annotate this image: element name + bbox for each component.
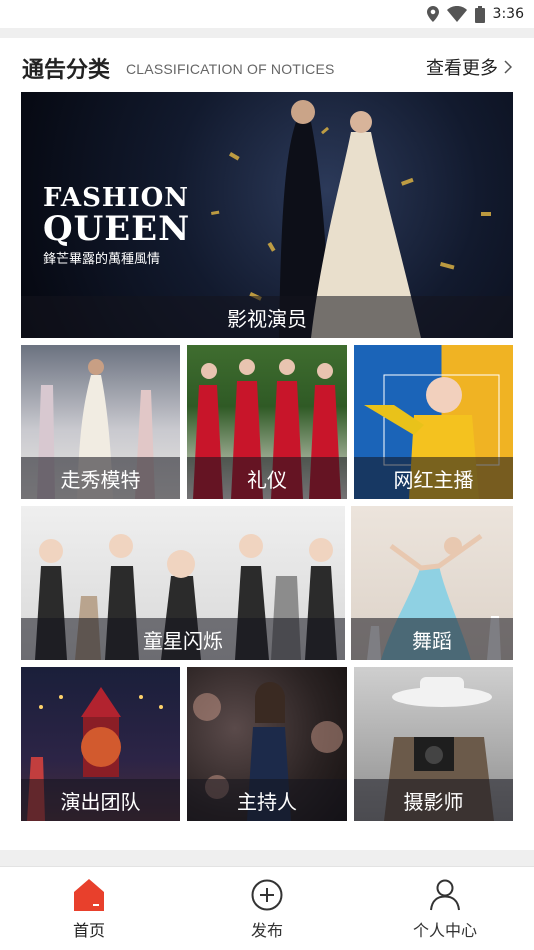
status-time: 3:36 (492, 6, 524, 22)
location-icon (426, 6, 439, 22)
person-icon (430, 879, 460, 911)
wifi-icon (446, 6, 467, 22)
plus-circle-icon (251, 879, 283, 911)
section-subtitle: CLASSIFICATION OF NOTICES (126, 61, 335, 77)
nav-profile-label: 个人中心 (412, 921, 477, 940)
home-icon (74, 879, 104, 911)
category-tile-performance-team[interactable]: 演出团队 (21, 667, 180, 821)
view-more-label: 查看更多 (426, 58, 498, 79)
tile-label: 礼仪 (187, 457, 347, 499)
logo-line-1: FASHION (43, 183, 190, 213)
category-tile-etiquette[interactable]: 礼仪 (187, 345, 347, 499)
chevron-right-icon (504, 60, 512, 74)
category-tile-photographer[interactable]: 摄影师 (354, 667, 513, 821)
section-title: 通告分类 (22, 58, 111, 83)
nav-home-label: 首页 (72, 921, 105, 940)
category-tile-livestreamer[interactable]: 网红主播 (354, 345, 513, 499)
logo-line-2: QUEEN (43, 209, 191, 249)
nav-home[interactable]: 首页 (0, 867, 178, 950)
nav-profile[interactable]: 个人中心 (356, 867, 534, 950)
tile-label: 摄影师 (354, 779, 513, 821)
category-tile-dance[interactable]: 舞蹈 (351, 506, 513, 660)
tile-label: 网红主播 (354, 457, 513, 499)
logo-subline: 鋒芒畢露的萬種風情 (43, 252, 161, 267)
status-icons: 3:36 (426, 5, 524, 23)
tile-label: 影视演员 (21, 296, 513, 338)
battery-icon (474, 5, 485, 23)
category-tile-child-star[interactable]: 童星闪烁 (21, 506, 345, 660)
tile-label: 演出团队 (21, 779, 180, 821)
tile-label: 童星闪烁 (21, 618, 345, 660)
fashion-queen-logo: FASHION QUEEN 鋒芒畢露的萬種風情 (43, 184, 190, 267)
category-tile-runway-model[interactable]: 走秀模特 (21, 345, 180, 499)
tile-label: 走秀模特 (21, 457, 180, 499)
bottom-navigation: 首页 发布 个人中心 (0, 866, 534, 950)
tile-label: 主持人 (187, 779, 347, 821)
tile-label: 舞蹈 (351, 618, 513, 660)
status-bar: 3:36 (0, 0, 534, 28)
nav-publish-label: 发布 (250, 921, 283, 940)
categories-panel: 通告分类 CLASSIFICATION OF NOTICES 查看更多 FASH… (0, 38, 534, 850)
view-more-link[interactable]: 查看更多 (426, 54, 512, 80)
category-tile-host[interactable]: 主持人 (187, 667, 347, 821)
category-tile-film-actor[interactable]: FASHION QUEEN 鋒芒畢露的萬種風情 影视演员 (21, 92, 513, 338)
section-header: 通告分类 CLASSIFICATION OF NOTICES 查看更多 (22, 52, 512, 84)
nav-publish[interactable]: 发布 (178, 867, 356, 950)
